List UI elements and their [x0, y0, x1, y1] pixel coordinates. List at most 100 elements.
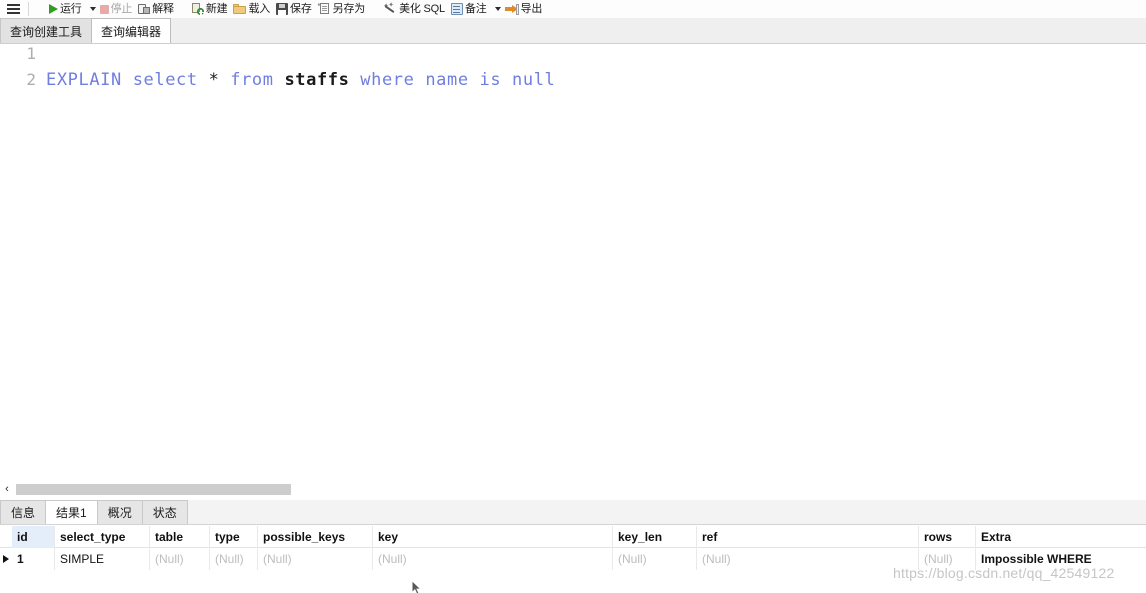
sql-token-op [501, 70, 512, 90]
cell-key[interactable]: (Null) [372, 548, 612, 570]
result-tab-status[interactable]: 状态 [141, 500, 188, 524]
sql-token-kw: select [132, 70, 198, 90]
comment-button[interactable]: 备注 [448, 0, 490, 18]
tab-query-builder-label: 查询创建工具 [10, 24, 83, 39]
sql-token-kw: name [425, 70, 469, 90]
result-tab-result1-label: 结果1 [56, 506, 87, 520]
sql-token-op [414, 70, 425, 90]
beautify-sql-button-label: 美化 SQL [399, 2, 445, 15]
hamburger-icon [7, 3, 20, 15]
save-as-button-label: 另存为 [332, 2, 366, 15]
code-text[interactable]: EXPLAIN select * from staffs where name … [46, 70, 555, 90]
current-row-marker-icon [3, 555, 9, 563]
column-header-key[interactable]: key [372, 526, 612, 548]
explain-icon [138, 3, 151, 15]
column-header-id[interactable]: id [12, 526, 54, 548]
cell-select_type[interactable]: SIMPLE [54, 548, 149, 570]
export-button[interactable]: 导出 [502, 0, 546, 18]
column-header-ref[interactable]: ref [696, 526, 918, 548]
column-header-Extra[interactable]: Extra [975, 526, 1135, 548]
row-selector[interactable] [0, 548, 12, 570]
comment-button-label: 备注 [464, 2, 487, 15]
wand-icon: ✦ ✦ [383, 2, 397, 15]
cell-ref[interactable]: (Null) [696, 548, 918, 570]
note-icon [450, 3, 463, 15]
cell-Extra[interactable]: Impossible WHERE [975, 548, 1135, 570]
menu-button[interactable] [4, 0, 23, 18]
tab-query-editor-label: 查询编辑器 [101, 24, 162, 39]
result-tab-status-label: 状态 [152, 506, 177, 520]
save-button-label: 保存 [290, 2, 312, 15]
sql-token-op: * [208, 70, 220, 90]
table-body: 1 SIMPLE (Null) (Null) (Null) (Null) (Null) (Nu… [0, 548, 1146, 570]
sql-editor[interactable]: 1 2 EXPLAIN select * from staffs where n… [0, 44, 1146, 480]
sql-token-op [219, 70, 230, 90]
column-header-type[interactable]: type [209, 526, 257, 548]
sql-token-op [349, 70, 360, 90]
run-dropdown-caret-icon[interactable] [89, 7, 96, 11]
sql-token-ident: staffs [284, 70, 350, 90]
comment-dropdown-caret-icon[interactable] [494, 7, 501, 11]
run-button-label: 运行 [60, 2, 82, 15]
result-tab-bar: 信息 结果1 概况 状态 [0, 500, 1146, 525]
save-button[interactable]: 保存 [273, 0, 315, 18]
cell-possible_keys[interactable]: (Null) [257, 548, 372, 570]
code-line: 1 [0, 44, 1146, 70]
explain-button-label: 解释 [152, 2, 174, 15]
cell-rows[interactable]: (Null) [918, 548, 975, 570]
explain-button[interactable]: 解释 [135, 0, 177, 18]
toolbar-divider [28, 2, 29, 16]
result-tab-info-label: 信息 [11, 506, 36, 520]
sql-token-kw: where [360, 70, 415, 90]
tab-query-builder[interactable]: 查询创建工具 [0, 18, 93, 43]
new-button-label: 新建 [205, 2, 228, 15]
cell-table[interactable]: (Null) [149, 548, 209, 570]
table-header-row: id select_type table type possible_keys key ke… [0, 526, 1146, 548]
scrollbar-thumb[interactable] [16, 484, 291, 495]
stop-icon [99, 4, 109, 14]
load-button-label: 载入 [248, 2, 271, 15]
sql-token-kw: from [230, 70, 274, 90]
column-header-rows[interactable]: rows [918, 526, 975, 548]
table-row[interactable]: 1 SIMPLE (Null) (Null) (Null) (Null) (Null) (Nu… [0, 548, 1146, 570]
cell-type[interactable]: (Null) [209, 548, 257, 570]
header-gutter [0, 526, 12, 548]
sql-token-kw: EXPLAIN [46, 70, 122, 90]
cell-key_len[interactable]: (Null) [612, 548, 696, 570]
sql-token-op [122, 70, 133, 90]
play-icon [49, 4, 58, 14]
tab-query-editor[interactable]: 查询编辑器 [91, 18, 172, 43]
new-icon [191, 3, 204, 15]
column-header-key_len[interactable]: key_len [612, 526, 696, 548]
explain-result-grid[interactable]: id select_type table type possible_keys key ke… [0, 526, 1146, 593]
load-button[interactable]: 载入 [230, 0, 273, 18]
save-icon [276, 3, 289, 15]
sql-token-op [274, 70, 285, 90]
scroll-left-arrow-icon[interactable]: ‹ [0, 484, 14, 495]
column-header-possible_keys[interactable]: possible_keys [257, 526, 372, 548]
sql-token-op [198, 70, 209, 90]
save-as-button[interactable]: “ 另存为 [315, 0, 368, 18]
line-number: 1 [26, 44, 36, 63]
editor-tab-bar: 查询创建工具 查询编辑器 [0, 18, 1146, 44]
cell-id[interactable]: 1 [12, 548, 54, 570]
beautify-sql-button[interactable]: ✦ ✦ 美化 SQL [380, 0, 448, 18]
editor-horizontal-scrollbar[interactable]: ‹ [0, 481, 1146, 498]
new-button[interactable]: 新建 [189, 0, 231, 18]
save-as-icon: “ [318, 3, 331, 15]
result-tab-profile-label: 概况 [107, 506, 132, 520]
column-header-table[interactable]: table [149, 526, 209, 548]
scrollbar-track[interactable] [14, 484, 1140, 495]
sql-token-kw: null [512, 70, 556, 90]
sql-token-op [469, 70, 480, 90]
stop-button[interactable]: 停止 [97, 0, 136, 18]
line-number: 2 [26, 70, 36, 89]
export-icon [504, 3, 519, 15]
result-tab-result1[interactable]: 结果1 [45, 500, 98, 524]
result-tab-info[interactable]: 信息 [0, 500, 47, 524]
result-tab-profile[interactable]: 概况 [96, 500, 143, 524]
column-header-select_type[interactable]: select_type [54, 526, 149, 548]
run-button[interactable]: 运行 [46, 0, 85, 18]
main-toolbar: 运行 停止 解释 新建 载入 保存 另存为 ✦ 美化 SQL 备注 导出 [0, 0, 1146, 18]
stop-button-label: 停止 [110, 2, 133, 15]
